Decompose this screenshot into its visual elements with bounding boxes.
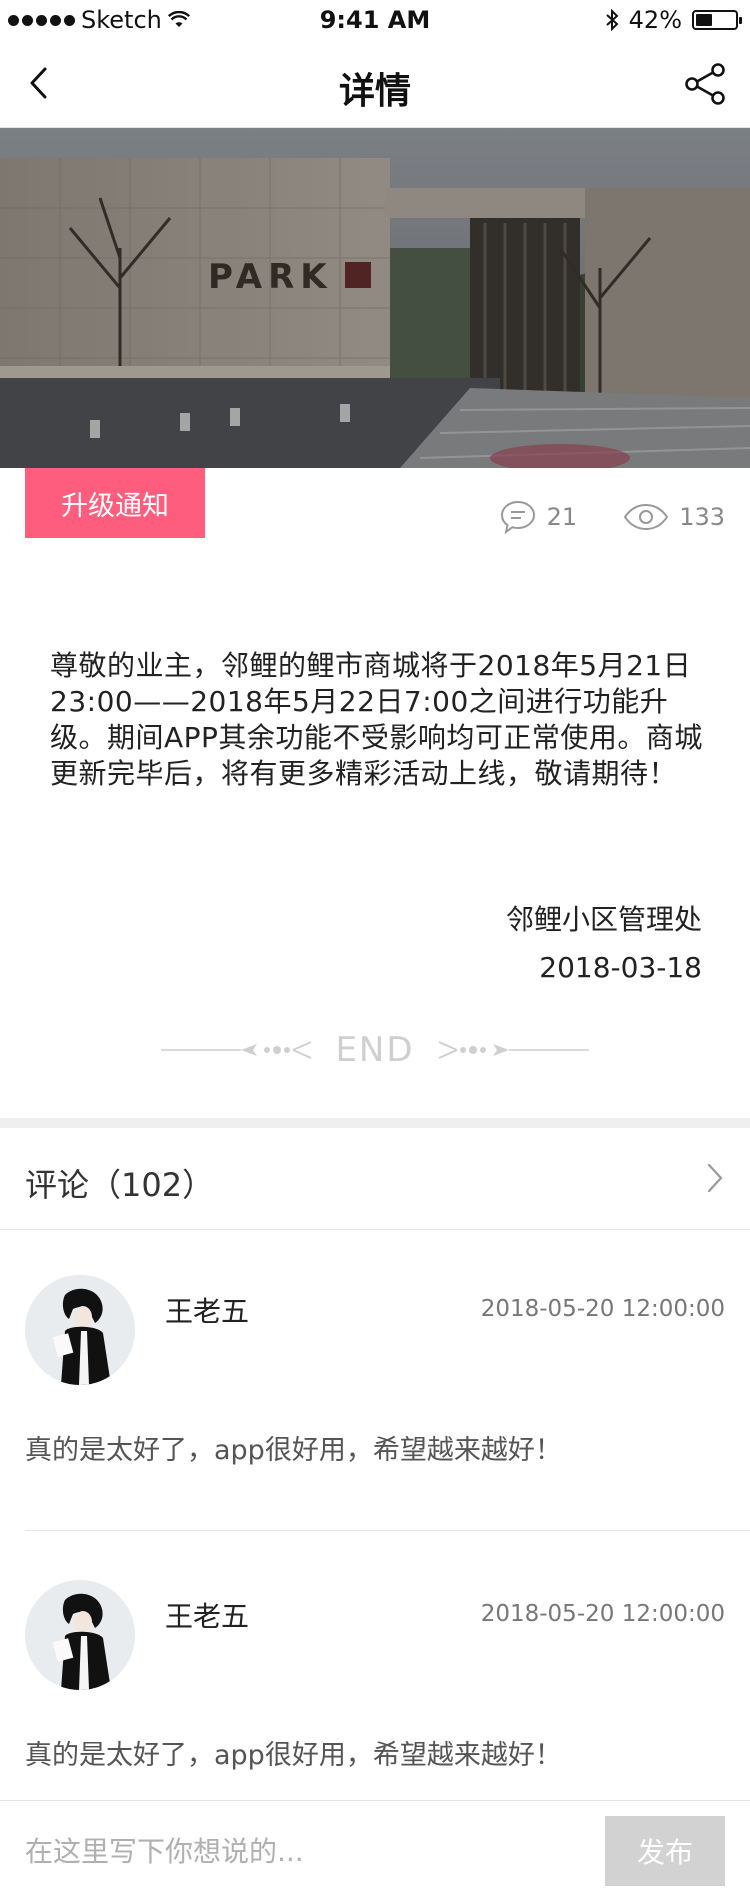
comment-count-value: 21 — [546, 503, 578, 531]
end-divider: END — [160, 1030, 590, 1070]
status-bar: Sketch 9:41 AM 42% — [0, 0, 750, 40]
bluetooth-icon — [605, 9, 619, 31]
comment-item: 王老五 2018-05-20 12:00:00 真的是太好了，app很好用，希望… — [0, 1535, 750, 1835]
chevron-right-icon — [707, 1163, 723, 1193]
share-button[interactable] — [680, 58, 732, 110]
notice-tag: 升级通知 — [25, 468, 205, 538]
ornament-right-icon — [438, 1041, 589, 1059]
comment-icon — [500, 500, 535, 535]
comment-input-bar: 发布 — [0, 1800, 750, 1900]
eye-icon — [623, 503, 669, 531]
publish-button[interactable]: 发布 — [605, 1816, 725, 1886]
battery-percent: 42% — [628, 6, 682, 34]
comment-author: 王老五 — [165, 1295, 250, 1328]
battery-icon — [692, 10, 742, 30]
comments-title: 评论（102） — [25, 1166, 215, 1204]
comment-time: 2018-05-20 12:00:00 — [480, 1296, 725, 1322]
article-date: 2018-03-18 — [539, 951, 702, 984]
article-body: 尊敬的业主，邻鲤的鲤市商城将于2018年5月21日23:00——2018年5月2… — [50, 649, 703, 790]
hero-illustration: PARK — [0, 128, 750, 468]
battery-fill — [696, 14, 712, 26]
comment-divider — [25, 1530, 750, 1531]
hero-image: PARK — [0, 128, 750, 468]
comment-input[interactable] — [25, 1819, 585, 1883]
share-icon — [685, 63, 725, 105]
page-title: 详情 — [338, 71, 411, 112]
avatar[interactable] — [25, 1580, 135, 1690]
section-divider — [0, 1118, 750, 1128]
comment-author: 王老五 — [165, 1600, 250, 1633]
status-right: 42% — [605, 6, 742, 34]
comment-text: 真的是太好了，app很好用，希望越来越好！ — [25, 1740, 562, 1771]
comment-time: 2018-05-20 12:00:00 — [480, 1601, 725, 1627]
avatar-illustration — [25, 1275, 135, 1385]
article-signature: 邻鲤小区管理处 — [505, 903, 702, 936]
nav-bar: 详情 — [0, 40, 750, 128]
comments-header[interactable]: 评论（102） — [0, 1128, 750, 1230]
view-count-value: 133 — [679, 503, 725, 531]
view-count: 133 — [623, 502, 725, 532]
comment-text: 真的是太好了，app很好用，希望越来越好！ — [25, 1435, 562, 1466]
ornament-left-icon — [161, 1041, 312, 1059]
article-meta: 21 133 — [499, 498, 725, 536]
comment-item: 王老五 2018-05-20 12:00:00 真的是太好了，app很好用，希望… — [0, 1230, 750, 1530]
comment-count: 21 — [499, 498, 578, 536]
article-signature-block: 邻鲤小区管理处 2018-03-18 — [506, 896, 702, 992]
end-label: END — [335, 1030, 415, 1070]
avatar[interactable] — [25, 1275, 135, 1385]
avatar-illustration — [25, 1580, 135, 1690]
